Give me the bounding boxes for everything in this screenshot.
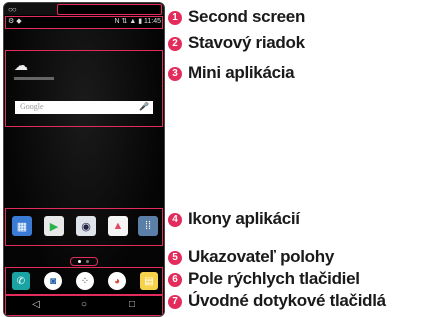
search-label: Google [20, 102, 44, 111]
home-screen: ☁ Google 🎤 ▦ ▶ ◉ ▲ ⁞⁞ ✆ ◙ ⁘ ◕ ▤ [4, 29, 164, 295]
callout-number: 2 [168, 37, 182, 51]
callout-label: Ikony aplikácií [188, 209, 300, 228]
apps-drawer-icon[interactable]: ⁘ [76, 272, 94, 290]
second-screen-row: ○○ [4, 3, 164, 15]
home-touch-buttons: ◁ ○ □ [5, 295, 163, 316]
app-icons-highlight: ▦ ▶ ◉ ▲ ⁞⁞ [5, 208, 163, 246]
widget-highlight: ☁ Google 🎤 [5, 50, 163, 127]
cloud-sun-icon[interactable]: ☁ [14, 57, 28, 74]
callout-number: 7 [168, 295, 182, 309]
recent-apps-button[interactable]: □ [122, 298, 142, 312]
callout-number: 4 [168, 213, 182, 227]
camera-app-icon[interactable]: ◉ [76, 216, 96, 236]
callout-number: 1 [168, 11, 182, 25]
calendar-app-icon[interactable]: ▦ [12, 216, 32, 236]
callout-label: Mini aplikácia [188, 63, 295, 82]
chrome-app-icon[interactable]: ◕ [108, 272, 126, 290]
play-store-icon[interactable]: ▶ [44, 216, 64, 236]
page-indicator[interactable] [70, 257, 98, 266]
callout-label: Stavový riadok [188, 33, 305, 52]
back-button[interactable]: ◁ [26, 298, 46, 312]
contacts-app-icon[interactable]: ◙ [44, 272, 62, 290]
messaging-app-icon[interactable]: ▤ [140, 272, 158, 290]
callout-label: Pole rýchlych tlačidiel [188, 269, 360, 288]
weather-text [14, 77, 54, 80]
callout-label: Úvodné dotykové tlačidlá [188, 291, 386, 310]
second-screen[interactable] [57, 4, 162, 15]
apps-folder-icon[interactable]: ⁞⁞ [138, 216, 158, 236]
front-camera-icon: ○○ [8, 5, 17, 14]
phone-screen: ○○ ⚙ ◆ N ⇅ ▲ ▮ 11:45 ☁ Google 🎤 ▦ ▶ ◉ ▲ … [3, 2, 165, 317]
callout-label: Second screen [188, 7, 306, 26]
gallery-app-icon[interactable]: ▲ [108, 216, 128, 236]
page-dot-active [78, 260, 81, 263]
status-bar[interactable]: ⚙ ◆ N ⇅ ▲ ▮ 11:45 [4, 17, 164, 27]
google-search-bar[interactable]: Google 🎤 [15, 101, 153, 114]
microphone-icon[interactable]: 🎤 [139, 102, 149, 111]
status-left-icons: ⚙ ◆ [8, 18, 22, 25]
page-dot [86, 260, 89, 263]
home-button[interactable]: ○ [74, 298, 94, 312]
callout-label: Ukazovateľ polohy [188, 247, 334, 266]
phone-app-icon[interactable]: ✆ [12, 272, 30, 290]
quick-buttons-highlight: ✆ ◙ ⁘ ◕ ▤ [5, 267, 163, 295]
callout-number: 5 [168, 251, 182, 265]
callout-number: 6 [168, 273, 182, 287]
callout-number: 3 [168, 67, 182, 81]
status-right-icons: N ⇅ ▲ ▮ 11:45 [114, 18, 161, 25]
